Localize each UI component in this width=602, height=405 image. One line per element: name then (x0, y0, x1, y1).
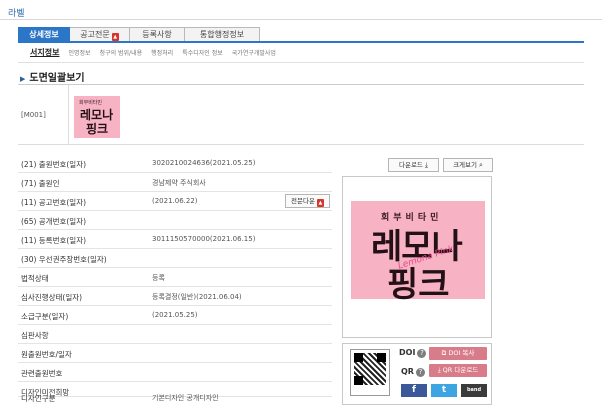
help-icon[interactable]: ? (415, 368, 425, 377)
title-divider (0, 19, 602, 20)
field-row-application-number: (21) 출원번호(일자) 3020210024636(2021.05.25) (18, 154, 332, 173)
field-label: (71) 출원인 (21, 179, 60, 188)
section-title-text: 도면일괄보기 (29, 73, 85, 84)
field-value: 3020210024636(2021.05.25) (152, 159, 256, 167)
field-label: 심판사항 (21, 331, 49, 340)
enlarge-button[interactable]: 크게보기 ⌕ (443, 158, 493, 172)
field-value: 등록결정(일반)(2021.06.04) (152, 293, 242, 301)
facebook-icon: f (412, 385, 416, 395)
sub-tabs: 서지정보 인명정보 청구의 범위/내용 행정처리 특수디자인 정보 국가연구개발… (30, 47, 276, 58)
field-label: (11) 등록번호(일자) (21, 236, 87, 245)
qr-download-label: QR 다운로드 (442, 366, 479, 374)
tab-admin-info[interactable]: 통합행정정보 (185, 27, 260, 42)
pdf-icon: ▲ (111, 33, 119, 41)
facebook-share-button[interactable]: f (401, 384, 427, 397)
thumbnail-divider (68, 85, 69, 145)
field-label: 소급구분(일자) (21, 312, 69, 321)
full-text-download-button[interactable]: 전문다운 ▲ (285, 194, 330, 208)
tab-detail-info[interactable]: 상세정보 (18, 27, 70, 42)
field-row-publication-number: (11) 공고번호(일자) (2021.06.22) 전문다운 ▲ (18, 192, 332, 211)
magnifier-icon: ⌕ (479, 161, 483, 169)
doi-copy-label: DOI 복사 (448, 349, 475, 357)
twitter-icon: t (441, 385, 447, 395)
field-label: (11) 공고번호(일자) (21, 198, 87, 207)
field-label: (30) 우선권주장번호(일자) (21, 255, 107, 264)
help-icon[interactable]: ? (417, 349, 427, 358)
qr-label-group: QR? (401, 367, 425, 377)
field-label: 법적상태 (21, 274, 49, 283)
tab-detail-info-label: 상세정보 (29, 30, 59, 39)
field-row-priority: (30) 우선권주장번호(일자) (18, 249, 332, 268)
field-row-disclosure-number: (65) 공개번호(일자) (18, 211, 332, 230)
download-button[interactable]: 다운로드 ⤓ (388, 158, 439, 172)
field-row-applicant: (71) 출원인 경남제약 주식회사 (18, 173, 332, 192)
download-label: 다운로드 (398, 161, 423, 169)
doi-copy-button[interactable]: ⧉ DOI 복사 (429, 347, 487, 360)
doi-label: DOI (399, 348, 416, 357)
field-row-legal-status: 법적상태 등록 (18, 268, 332, 287)
field-row-retroactive: 소급구분(일자) (2021.05.25) (18, 306, 332, 325)
field-row-registration-number: (11) 등록번호(일자) 3011150570000(2021.06.15) (18, 230, 332, 249)
field-value: 경남제약 주식회사 (152, 179, 206, 187)
field-row-related-application: 관련출원번호 (18, 363, 332, 382)
thumbnail-code: [M001] (21, 111, 46, 119)
field-value: 등록 (152, 274, 165, 282)
qr-code-pattern (354, 353, 386, 385)
subtab-special-design[interactable]: 특수디자인 정보 (182, 48, 223, 57)
field-row-original-application: 원출원번호/일자 (18, 344, 332, 363)
design-thumbnail[interactable]: 회부비타민 레모나 핑크 (74, 96, 120, 138)
qr-download-button[interactable]: ⤓ QR 다운로드 (429, 364, 487, 377)
full-text-download-label: 전문다운 (291, 197, 315, 205)
band-share-button[interactable]: band (461, 384, 487, 397)
subtab-admin-processing[interactable]: 행정처리 (151, 48, 173, 57)
field-value: (2021.06.22) (152, 197, 198, 205)
field-label: (21) 출원번호(일자) (21, 160, 87, 169)
field-value: 3011150570000(2021.06.15) (152, 235, 256, 243)
thumbnail-line2: 핑크 (86, 122, 109, 136)
thumbnail-small-text: 회부비타민 (79, 100, 103, 106)
field-row-trial: 심판사항 (18, 325, 332, 344)
doi-label-group: DOI? (399, 348, 427, 358)
field-row-exam-status: 심사진행상태(일자) 등록결정(일반)(2021.06.04) (18, 287, 332, 306)
field-label: 디자인구분 (21, 394, 56, 403)
window-title: 라벨 (8, 9, 25, 19)
field-value: 기본디자인 공개디자인 (152, 394, 219, 402)
download-icon: ⤓ (424, 161, 429, 169)
field-label: 원출원번호/일자 (21, 350, 72, 359)
tab-gazette-label: 공고전문 (80, 30, 110, 39)
design-image[interactable]: 회부비타민 레모나 핑크 Lemona Pink (351, 201, 485, 305)
tab-admin-info-label: 통합행정정보 (199, 30, 245, 39)
tab-underline (18, 41, 584, 43)
subtab-claims[interactable]: 청구의 범위/내용 (100, 48, 143, 57)
subtab-national-rnd[interactable]: 국가연구개발사업 (232, 48, 276, 57)
field-label: (65) 공개번호(일자) (21, 217, 87, 226)
enlarge-label: 크게보기 (453, 161, 477, 169)
main-tabs: 상세정보 공고전문 ▲ 등록사항 통합행정정보 (18, 27, 260, 42)
tab-gazette[interactable]: 공고전문 ▲ (70, 27, 130, 42)
band-icon: band (466, 387, 482, 393)
qr-label: QR (401, 367, 414, 376)
section-title: ▶ 도면일괄보기 (20, 69, 85, 84)
pdf-icon: ▲ (316, 199, 324, 207)
subtab-bibliographic[interactable]: 서지정보 (30, 47, 59, 58)
tab-registration-label: 등록사항 (142, 30, 172, 39)
subtab-divider (18, 62, 584, 63)
field-label: 심사진행상태(일자) (21, 293, 83, 302)
twitter-share-button[interactable]: t (431, 384, 457, 397)
field-row-design-type: 디자인구분 기본디자인 공개디자인 (18, 394, 332, 405)
tab-registration[interactable]: 등록사항 (130, 27, 185, 42)
field-label: 관련출원번호 (21, 369, 63, 378)
arrow-icon: ▶ (20, 75, 26, 83)
field-value: (2021.05.25) (152, 311, 198, 319)
subtab-person-info[interactable]: 인명정보 (68, 48, 90, 57)
qr-code (350, 349, 390, 396)
